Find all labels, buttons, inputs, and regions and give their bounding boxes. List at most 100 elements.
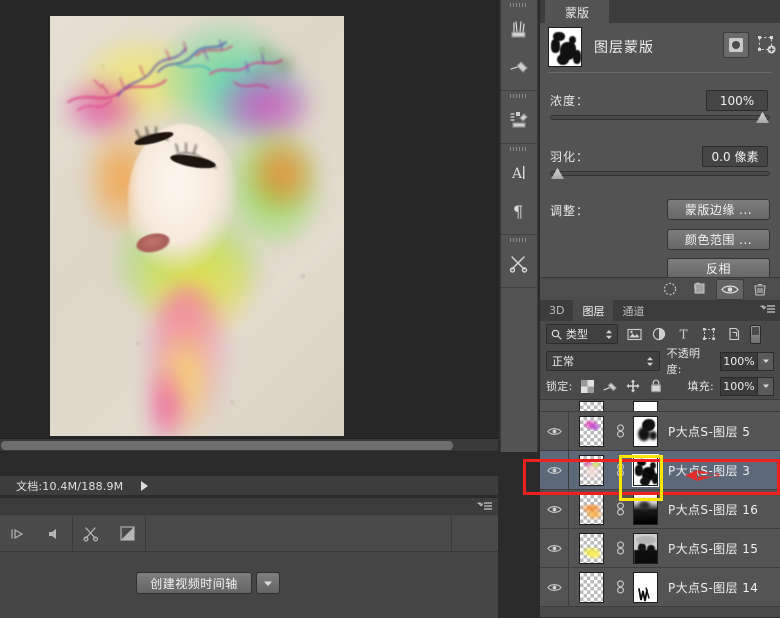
layer-thumbnail[interactable]: [579, 572, 604, 603]
artboard[interactable]: [50, 16, 344, 436]
lock-image-pixels-icon[interactable]: [602, 378, 619, 395]
layer-link-icon[interactable]: [613, 424, 628, 438]
layer-thumbnail-cell[interactable]: [569, 455, 613, 486]
vector-mask-icon[interactable]: [754, 32, 780, 58]
split-clip-icon[interactable]: [73, 516, 109, 552]
brush-presets-icon[interactable]: [501, 10, 537, 48]
layer-link-icon[interactable]: [613, 541, 628, 555]
tab-layers[interactable]: 图层: [573, 300, 613, 321]
tab-masks[interactable]: 蒙版: [545, 0, 609, 23]
lock-all-icon[interactable]: [648, 378, 665, 395]
paragraph-icon[interactable]: ¶: [501, 192, 537, 230]
layer-thumbnail[interactable]: [579, 416, 604, 447]
layer-row-partial[interactable]: [540, 400, 780, 412]
delete-mask-icon[interactable]: [746, 279, 774, 300]
layer-mask-thumbnail-cell[interactable]: [628, 416, 662, 447]
toggle-mask-visibility-icon[interactable]: [716, 279, 744, 300]
filter-type-select[interactable]: 类型: [546, 324, 618, 344]
character-icon[interactable]: A: [501, 154, 537, 192]
blend-mode-select[interactable]: 正常: [546, 351, 660, 371]
layer-thumbnail[interactable]: [579, 494, 604, 525]
canvas-horizontal-scrollbar[interactable]: [0, 438, 498, 451]
brush-icon[interactable]: [501, 48, 537, 86]
fill-dropdown-icon[interactable]: [758, 377, 774, 396]
color-range-button[interactable]: 颜色范围 ...: [667, 229, 770, 250]
fill-label: 填充:: [687, 378, 714, 394]
clone-source-icon[interactable]: [501, 101, 537, 139]
table-row[interactable]: P大点S-图层 14: [540, 568, 780, 607]
layer-visibility-toggle[interactable]: [540, 529, 569, 567]
opacity-dropdown-icon[interactable]: [758, 352, 774, 371]
layer-mask-thumbnail-cell[interactable]: [628, 533, 662, 564]
tab-channels[interactable]: 通道: [613, 300, 653, 321]
filter-smart-object-icon[interactable]: [725, 325, 743, 343]
table-row[interactable]: P大点S-图层 15: [540, 529, 780, 568]
tool-presets-icon[interactable]: [501, 245, 537, 283]
opacity-value[interactable]: 100%: [720, 352, 758, 371]
mask-edge-button[interactable]: 蒙版边缘 ...: [667, 199, 770, 220]
table-row[interactable]: P大点S-图层 16: [540, 490, 780, 529]
chevron-down-icon[interactable]: [256, 572, 280, 594]
layers-list[interactable]: P大点S-图层 5: [540, 399, 780, 617]
drag-grip[interactable]: [501, 144, 537, 154]
layer-thumbnail-cell[interactable]: [569, 416, 613, 447]
layer-thumbnail[interactable]: [579, 455, 604, 486]
layer-link-icon[interactable]: [613, 502, 628, 516]
play-icon[interactable]: [0, 516, 36, 552]
layer-mask-thumbnail-selected[interactable]: [633, 455, 658, 486]
layer-mask-thumbnail[interactable]: [633, 494, 658, 525]
density-slider[interactable]: [550, 115, 770, 120]
drag-grip[interactable]: [501, 91, 537, 101]
fill-value[interactable]: 100%: [720, 377, 758, 396]
invert-button[interactable]: 反相: [667, 258, 770, 279]
layer-visibility-toggle[interactable]: [540, 568, 569, 606]
transition-icon[interactable]: [109, 516, 145, 552]
table-row[interactable]: P大点S-图层 5: [540, 412, 780, 451]
mask-thumbnail[interactable]: [548, 27, 582, 67]
feather-value[interactable]: 0.0 像素: [702, 146, 768, 167]
layers-tab-strip: 3D 图层 通道: [540, 300, 780, 321]
load-selection-icon[interactable]: [656, 279, 684, 300]
apply-mask-icon[interactable]: [686, 279, 714, 300]
drag-grip[interactable]: [501, 0, 537, 10]
layer-link-icon[interactable]: [613, 463, 628, 477]
layer-mask-thumbnail[interactable]: [633, 416, 658, 447]
density-value[interactable]: 100%: [706, 90, 768, 111]
lock-transparent-pixels-icon[interactable]: [579, 378, 596, 395]
play-triangle-icon[interactable]: [141, 481, 148, 491]
layer-thumbnail-cell[interactable]: [569, 572, 613, 603]
layer-mask-thumbnail-cell[interactable]: [628, 455, 662, 486]
layer-link-icon[interactable]: [613, 580, 628, 594]
layer-visibility-toggle[interactable]: [540, 451, 569, 489]
table-row[interactable]: P大点S-图层 3: [540, 451, 780, 490]
tab-3d[interactable]: 3D: [540, 300, 573, 321]
mask-title: 图层蒙版: [594, 37, 654, 57]
tab-3d-label: 3D: [549, 304, 564, 317]
scrollbar-thumb[interactable]: [1, 441, 453, 450]
feather-slider[interactable]: [550, 171, 770, 176]
pixel-mask-icon[interactable]: [723, 32, 749, 58]
layer-thumbnail[interactable]: [579, 533, 604, 564]
filter-enable-toggle[interactable]: [750, 325, 761, 344]
layer-mask-thumbnail[interactable]: [633, 533, 658, 564]
filter-adjustment-layers-icon[interactable]: [650, 325, 668, 343]
audio-mute-icon[interactable]: [36, 516, 72, 552]
drag-grip[interactable]: [501, 235, 537, 245]
create-video-timeline-button[interactable]: 创建视频时间轴: [136, 572, 252, 594]
layer-thumbnail-cell[interactable]: [569, 494, 613, 525]
panel-menu-icon[interactable]: [760, 304, 776, 319]
panel-menu-icon[interactable]: [477, 501, 493, 516]
filter-shape-layers-icon[interactable]: [700, 325, 718, 343]
filter-pixel-layers-icon[interactable]: [625, 325, 643, 343]
document-canvas-area[interactable]: 文档:10.4M/188.9M: [0, 0, 498, 452]
density-slider-knob[interactable]: [756, 112, 769, 123]
lock-position-icon[interactable]: [625, 378, 642, 395]
layer-mask-thumbnail-cell[interactable]: [628, 494, 662, 525]
filter-type-layers-icon[interactable]: T: [675, 325, 693, 343]
layer-visibility-toggle[interactable]: [540, 490, 569, 528]
layer-visibility-toggle[interactable]: [540, 412, 569, 450]
feather-slider-knob[interactable]: [551, 168, 564, 179]
layer-mask-thumbnail-cell[interactable]: [628, 572, 662, 603]
layer-thumbnail-cell[interactable]: [569, 533, 613, 564]
layer-mask-thumbnail[interactable]: [633, 572, 658, 603]
